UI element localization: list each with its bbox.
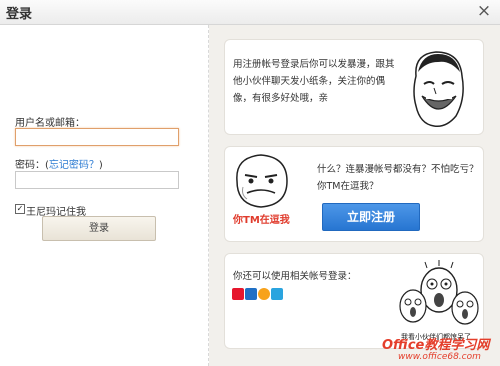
shocked-meme-faces-icon [399, 260, 479, 325]
password-label: 密码：(忘记密码？) [15, 156, 103, 171]
douban-icon[interactable] [271, 288, 283, 300]
meme-caption: 你TM在逗我 [233, 215, 290, 226]
forgot-password-link[interactable]: 忘记密码？ [49, 160, 99, 171]
close-icon[interactable]: × [474, 1, 494, 21]
sneer-meme-face-icon [236, 154, 288, 208]
promo-line-2: 他小伙伴聊天发小纸条，关注你的偶 [233, 76, 386, 87]
promo-card: 用注册帐号登录后你可以发暴漫，跟其 他小伙伴聊天发小纸条，关注你的偶 像，有很多… [224, 39, 484, 135]
watermark-brand: Office教程学习网 [382, 338, 490, 353]
side-panel: 用注册帐号登录后你可以发暴漫，跟其 他小伙伴聊天发小纸条，关注你的偶 像，有很多… [209, 25, 500, 366]
register-line-2: 你TM在逗我？ [317, 181, 379, 192]
register-card: 你TM在逗我 什么？连暴漫帐号都没有？不怕吃亏？ 你TM在逗我？ 立即注册 [224, 146, 484, 242]
login-button[interactable]: 登录 [42, 216, 156, 241]
promo-line-1: 用注册帐号登录后你可以发暴漫，跟其 [233, 59, 395, 70]
laughing-meme-face-icon [413, 51, 464, 128]
password-label-text: 密码：( [15, 160, 49, 171]
email-field[interactable] [15, 128, 179, 146]
title-bar: 登录 × [0, 0, 500, 25]
window-title: 登录 [6, 7, 33, 22]
register-button[interactable]: 立即注册 [322, 203, 420, 231]
qq-icon[interactable] [258, 288, 270, 300]
watermark-url: www.office68.com [398, 352, 481, 362]
weibo-icon[interactable] [232, 288, 244, 300]
watermark: Office教程学习网 www.office68.com [380, 332, 500, 366]
social-login-text: 你还可以使用相关帐号登录： [233, 271, 357, 282]
promo-line-3: 像，有很多好处哦，亲 [233, 93, 329, 104]
password-field[interactable] [15, 171, 179, 189]
login-panel: 用户名或邮箱： 密码：(忘记密码？) ✓ 王尼玛记住我 登录 [0, 25, 208, 366]
remember-checkbox[interactable]: ✓ [15, 204, 25, 214]
renren-icon[interactable] [245, 288, 257, 300]
password-label-close: ) [98, 160, 103, 171]
register-line-1: 什么？连暴漫帐号都没有？不怕吃亏？ [317, 164, 479, 175]
email-label: 用户名或邮箱： [15, 118, 85, 129]
